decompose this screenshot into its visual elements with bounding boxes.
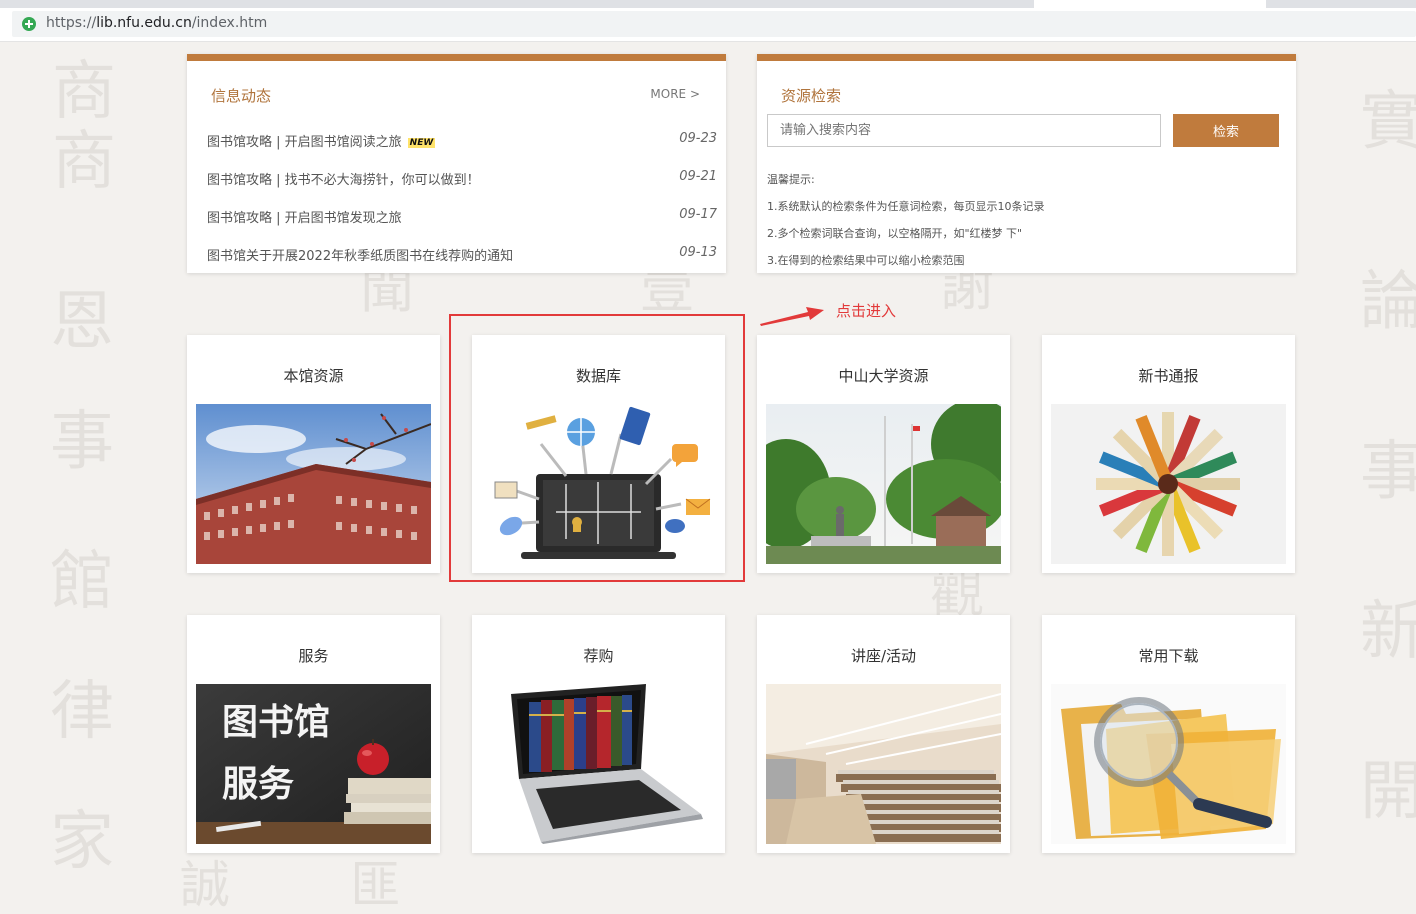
search-panel: 资源检索 检索 温馨提示: 1.系统默认的检索条件为任意词检索，每页显示10条记…: [757, 54, 1296, 273]
url-text[interactable]: https://lib.nfu.edu.cn/index.htm: [46, 15, 267, 31]
search-tip: 3.在得到的检索结果中可以缩小检索范围: [767, 254, 965, 267]
url-field[interactable]: https://lib.nfu.edu.cn/index.htm: [12, 11, 1416, 37]
news-more-link[interactable]: MORE >: [650, 87, 700, 101]
news-item-date: 09-17: [679, 207, 717, 222]
search-panel-title: 资源检索: [781, 87, 842, 105]
card-purchase-recommend[interactable]: 荐购: [472, 615, 725, 853]
news-item-title[interactable]: 图书馆攻略 | 开启图书馆发现之旅: [207, 207, 402, 226]
card-common-downloads[interactable]: 常用下载: [1042, 615, 1295, 853]
card-title: 常用下载: [1138, 647, 1199, 665]
search-tip: 2.多个检索词联合查询，以空格隔开，如"红楼梦 下": [767, 227, 1023, 240]
card-title: 讲座/活动: [850, 647, 917, 665]
news-item-date: 09-23: [679, 131, 717, 146]
fanned-books-photo[interactable]: [1051, 404, 1286, 564]
news-item[interactable]: 图书馆关于开展2022年秋季纸质图书在线荐购的通知 09-13: [207, 245, 717, 265]
library-service-board[interactable]: 图书馆 服务: [196, 684, 431, 844]
search-tip: 1.系统默认的检索条件为任意词检索，每页显示10条记录: [767, 200, 1045, 213]
news-item[interactable]: 图书馆攻略 | 开启图书馆阅读之旅 NEW 09-23: [207, 131, 717, 151]
library-building-photo[interactable]: [196, 404, 431, 564]
laptop-books-photo[interactable]: [481, 684, 716, 844]
news-item-title[interactable]: 图书馆攻略 | 找书不必大海捞针，你可以做到！: [207, 169, 480, 188]
news-panel-title: 信息动态: [211, 87, 272, 105]
address-bar: https://lib.nfu.edu.cn/index.htm: [0, 8, 1416, 42]
card-library-resources[interactable]: 本馆资源: [187, 335, 440, 573]
folders-magnifier-photo[interactable]: [1051, 684, 1286, 844]
board-text-line2: 服务: [222, 764, 294, 805]
card-new-books[interactable]: 新书通报: [1042, 335, 1295, 573]
browser-tab-strip: [0, 0, 1416, 8]
search-tips-title: 温馨提示:: [767, 173, 815, 186]
annotation-arrow-icon: [760, 307, 824, 326]
news-panel: 信息动态 MORE > 图书馆攻略 | 开启图书馆阅读之旅 NEW 09-23 图…: [187, 54, 726, 273]
card-title: 服务: [298, 647, 329, 665]
search-input[interactable]: [767, 114, 1161, 147]
board-text-line1: 图书馆: [222, 702, 330, 743]
news-item[interactable]: 图书馆攻略 | 找书不必大海捞针，你可以做到！ 09-21: [207, 169, 717, 189]
news-item-date: 09-21: [679, 169, 717, 184]
database-highlight-box: [449, 314, 745, 582]
active-browser-tab[interactable]: [1034, 0, 1266, 8]
card-title: 中山大学资源: [838, 367, 929, 385]
card-services[interactable]: 服务 图书馆 服务: [187, 615, 440, 853]
card-sysu-resources[interactable]: 中山大学资源: [757, 335, 1010, 573]
news-item[interactable]: 图书馆攻略 | 开启图书馆发现之旅 09-17: [207, 207, 717, 227]
campus-photo[interactable]: [766, 404, 1001, 564]
lecture-hall-photo[interactable]: [766, 684, 1001, 844]
search-button[interactable]: 检索: [1173, 114, 1279, 147]
new-badge: NEW: [407, 137, 436, 148]
news-item-title[interactable]: 图书馆关于开展2022年秋季纸质图书在线荐购的通知: [207, 245, 513, 264]
click-to-enter-annotation: 点击进入: [836, 302, 897, 320]
secure-site-icon[interactable]: [22, 17, 36, 31]
card-lectures-activities[interactable]: 讲座/活动: [757, 615, 1010, 853]
news-item-title[interactable]: 图书馆攻略 | 开启图书馆阅读之旅: [207, 135, 402, 150]
card-title: 荐购: [583, 647, 614, 665]
news-item-date: 09-13: [679, 245, 717, 260]
card-title: 本馆资源: [283, 367, 344, 385]
card-title: 新书通报: [1138, 367, 1199, 385]
